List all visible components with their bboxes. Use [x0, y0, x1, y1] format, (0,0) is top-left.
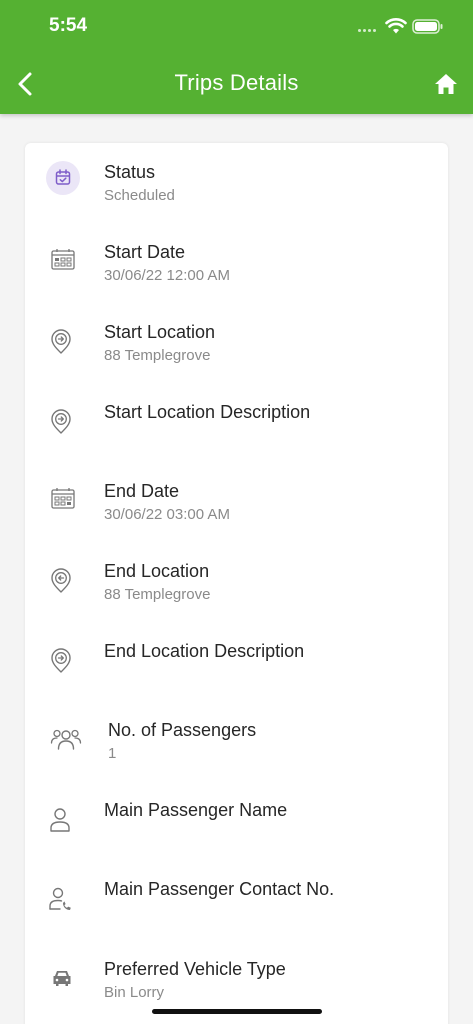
detail-value: 30/06/22 03:00 AM	[104, 506, 230, 523]
detail-label: End Location Description	[104, 641, 305, 661]
battery-icon	[412, 19, 443, 34]
trip-details-card: Status Scheduled Start Date 30/06/22 12:…	[25, 143, 448, 1024]
detail-label: Preferred Vehicle Type	[104, 959, 286, 979]
detail-label: End Date	[104, 481, 180, 501]
detail-label: Main Passenger Contact No.	[104, 879, 335, 899]
detail-label: Start Date	[104, 242, 186, 262]
detail-label: Status	[104, 162, 156, 182]
person-icon	[50, 808, 70, 832]
detail-row-start-date: Start Date 30/06/22 12:00 AM	[25, 237, 448, 307]
detail-label: Start Location	[104, 322, 216, 342]
detail-row-start-location-description: Start Location Description	[25, 397, 448, 467]
app-bar: 5:54 Trips Details	[0, 0, 473, 114]
location-arrow-right-icon	[51, 329, 71, 354]
detail-value: 88 Templegrove	[104, 586, 211, 603]
wifi-icon	[385, 18, 407, 34]
calendar-icon	[51, 488, 75, 509]
detail-row-main-passenger-contact: Main Passenger Contact No.	[25, 874, 448, 944]
detail-row-main-passenger-name: Main Passenger Name	[25, 795, 448, 865]
detail-row-end-date: End Date 30/06/22 03:00 AM	[25, 476, 448, 546]
detail-label: End Location	[104, 561, 210, 581]
car-icon	[53, 971, 71, 986]
detail-value: Scheduled	[104, 187, 175, 204]
location-arrow-right-icon	[51, 409, 71, 434]
detail-row-start-location: Start Location 88 Templegrove	[25, 317, 448, 387]
page-title: Trips Details	[174, 70, 299, 95]
calendar-check-icon	[46, 161, 80, 195]
status-time: 5:54	[49, 15, 88, 36]
home-indicator[interactable]	[152, 1009, 322, 1014]
detail-row-end-location-description: End Location Description	[25, 636, 448, 706]
location-arrow-right-icon	[51, 648, 71, 673]
detail-value: 30/06/22 12:00 AM	[104, 267, 230, 284]
detail-row-end-location: End Location 88 Templegrove	[25, 556, 448, 626]
detail-row-status: Status Scheduled	[25, 157, 448, 227]
detail-label: No. of Passengers	[108, 720, 257, 740]
detail-value: 1	[108, 745, 117, 762]
passengers-icon	[50, 729, 82, 750]
person-phone-icon	[49, 887, 71, 910]
detail-value: Bin Lorry	[104, 984, 165, 1001]
cellular-signal-icon	[358, 29, 376, 32]
detail-label: Main Passenger Name	[104, 800, 288, 820]
calendar-icon	[51, 249, 75, 270]
detail-value: 88 Templegrove	[104, 347, 211, 364]
location-arrow-left-icon	[51, 568, 71, 593]
home-icon[interactable]	[432, 70, 460, 98]
detail-label: Start Location Description	[104, 402, 311, 422]
detail-row-passenger-count: No. of Passengers 1	[25, 715, 448, 785]
